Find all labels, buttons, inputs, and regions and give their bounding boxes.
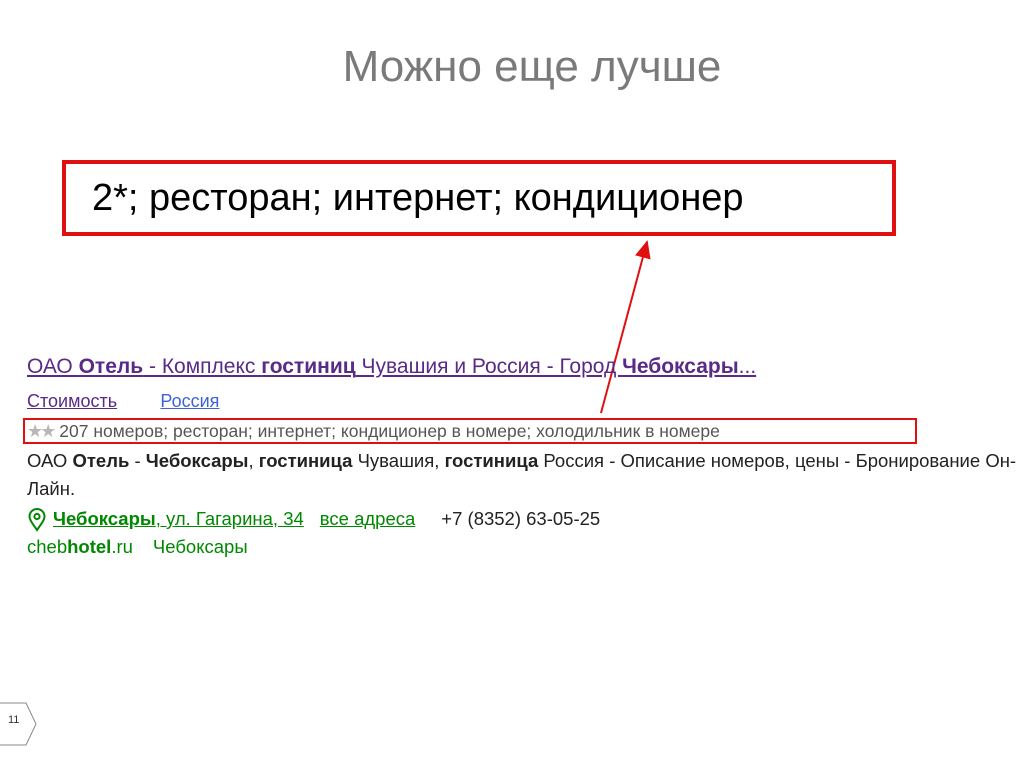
map-pin-icon xyxy=(28,508,46,532)
all-addresses-link[interactable]: все адреса xyxy=(320,508,416,529)
hotel-facts-text: 207 номеров; ресторан; интернет; кондици… xyxy=(59,421,720,441)
result-url-link[interactable]: chebhotel.ru xyxy=(27,536,133,557)
address-line: Чебоксары, ул. Гагарина, 34 все адреса +7 … xyxy=(27,505,1017,533)
two-star-rating-icon: ★★ xyxy=(27,421,56,441)
page-number: 11 xyxy=(8,714,20,726)
address-link[interactable]: Чебоксары, ул. Гагарина, 34 xyxy=(53,508,304,529)
result-snippet: ОАО Отель - Чебоксары, гостиница Чувашия… xyxy=(27,450,1017,499)
phone-number: +7 (8352) 63-05-25 xyxy=(441,508,601,529)
hotel-facts-highlight: ★★ 207 номеров; ресторан; интернет; конди… xyxy=(23,418,917,444)
region-link[interactable]: Чебоксары xyxy=(153,536,248,557)
sitelink-price[interactable]: Стоимость xyxy=(27,391,117,411)
sitelink-russia[interactable]: Россия xyxy=(160,391,219,411)
result-title-link[interactable]: ОАО Отель - Комплекс гостиниц Чувашия и … xyxy=(27,352,1017,382)
sitelinks: Стоимость Россия xyxy=(27,388,1017,414)
search-result: ОАО Отель - Комплекс гостиниц Чувашия и … xyxy=(23,352,1017,561)
page-number-badge xyxy=(0,702,37,746)
url-line: chebhotel.ru Чебоксары xyxy=(27,533,1017,561)
